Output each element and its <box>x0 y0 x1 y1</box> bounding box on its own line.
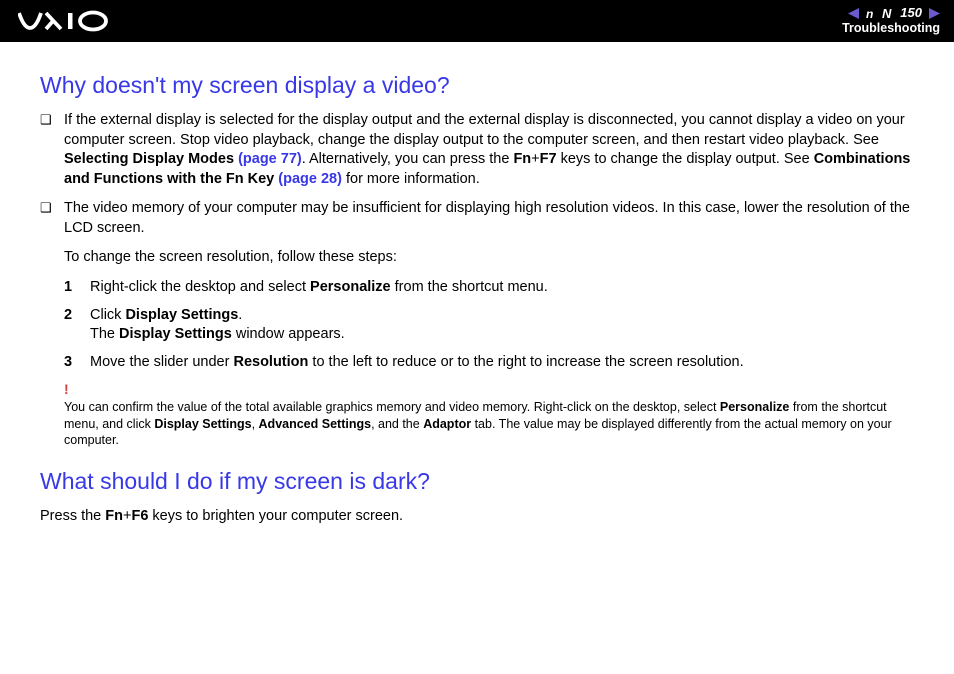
vaio-logo <box>18 10 114 32</box>
step-item: 3 Move the slider under Resolution to th… <box>64 353 924 373</box>
heading-dark: What should I do if my screen is dark? <box>40 466 924 497</box>
bullet-list-video: If the external display is selected for … <box>40 111 924 238</box>
step-item: 2 Click Display Settings. The Display Se… <box>64 306 924 345</box>
svg-text:n: n <box>866 8 873 19</box>
page-number: 150 <box>900 6 922 20</box>
bullet-item: If the external display is selected for … <box>40 111 924 189</box>
nav-N-icon: N <box>882 8 896 19</box>
page-content: Why doesn't my screen display a video? I… <box>0 42 954 547</box>
bullet-item: The video memory of your computer may be… <box>40 199 924 238</box>
warning-icon: ! <box>64 380 924 398</box>
nav-prev-icon[interactable] <box>848 8 862 19</box>
header-bar: n N 150 Troubleshooting <box>0 0 954 42</box>
svg-text:N: N <box>882 8 892 19</box>
step-item: 1 Right-click the desktop and select Per… <box>64 278 924 298</box>
heading-video: Why doesn't my screen display a video? <box>40 70 924 101</box>
link-page-28[interactable]: (page 28) <box>278 171 342 187</box>
nav-n-icon: n <box>866 8 878 19</box>
page-navigation: n N 150 <box>842 6 940 20</box>
numbered-steps: 1 Right-click the desktop and select Per… <box>40 278 924 372</box>
paragraph-dark: Press the Fn+F6 keys to brighten your co… <box>40 507 924 527</box>
note-block: ! You can confirm the value of the total… <box>40 380 924 448</box>
link-page-77[interactable]: (page 77) <box>238 151 302 167</box>
nav-next-icon[interactable] <box>926 8 940 19</box>
section-label: Troubleshooting <box>842 22 940 36</box>
sub-paragraph: To change the screen resolution, follow … <box>40 248 924 268</box>
